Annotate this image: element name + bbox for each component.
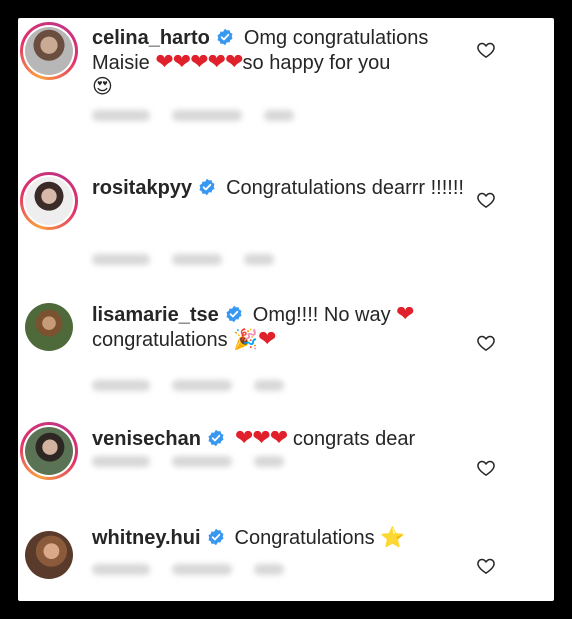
avatar-story-ring[interactable] <box>20 172 78 230</box>
timestamp <box>92 456 150 467</box>
star-emoji: ⭐ <box>380 527 406 549</box>
username[interactable]: celina_harto <box>92 27 210 49</box>
heart-emoji: ❤❤❤❤❤ <box>155 49 243 74</box>
comment-meta <box>92 254 274 265</box>
username[interactable]: lisamarie_tse <box>92 304 219 326</box>
comment-text: lisamarie_tse Omg!!!! No way ❤ congratulat… <box>92 302 472 352</box>
likes-count[interactable] <box>172 110 242 121</box>
comment-body-cont: so happy for you <box>242 52 391 74</box>
verified-badge-icon <box>226 305 242 323</box>
likes-count[interactable] <box>172 380 232 391</box>
avatar[interactable] <box>25 27 73 75</box>
comment-meta <box>92 380 284 391</box>
heart-eyes-emoji: 😍 <box>92 76 113 98</box>
heart-outline-icon[interactable] <box>476 40 496 60</box>
comment-text: whitney.hui Congratulations ⭐ <box>92 526 472 550</box>
comment-body: Congratulations <box>234 527 375 549</box>
heart-emoji: ❤❤❤ <box>234 425 288 450</box>
comment-body: Congratulations dearrr !!!!!! <box>226 177 464 199</box>
comment-meta <box>92 564 284 575</box>
reply-button[interactable] <box>254 564 284 575</box>
comment-body: Omg!!!! No way <box>252 304 391 326</box>
verified-badge-icon <box>208 429 224 447</box>
timestamp <box>92 380 150 391</box>
avatar[interactable] <box>25 177 73 225</box>
reply-button[interactable] <box>254 456 284 467</box>
verified-badge-icon <box>208 528 224 546</box>
timestamp <box>92 110 150 121</box>
heart-emoji: ❤ <box>396 301 414 326</box>
heart-emoji: ❤ <box>258 326 276 351</box>
username[interactable]: rositakpyy <box>92 177 192 199</box>
reply-button[interactable] <box>264 110 294 121</box>
party-popper-emoji: 🎉 <box>233 329 259 351</box>
comment-meta <box>92 456 284 467</box>
comment-text: rositakpyy Congratulations dearrr !!!!!! <box>92 176 472 200</box>
comments-panel: celina_harto Omg congratulations Maisie ❤… <box>18 18 554 601</box>
avatar[interactable] <box>25 303 73 351</box>
avatar-ring[interactable] <box>20 526 78 584</box>
comment-text: venisechan ❤❤❤ congrats dear <box>92 426 472 451</box>
comment-body-cont: congratulations <box>92 329 228 351</box>
comment-text: celina_harto Omg congratulations Maisie ❤… <box>92 26 472 99</box>
avatar[interactable] <box>25 531 73 579</box>
likes-count[interactable] <box>172 456 232 467</box>
avatar-story-ring[interactable] <box>20 22 78 80</box>
heart-outline-icon[interactable] <box>476 190 496 210</box>
heart-outline-icon[interactable] <box>476 556 496 576</box>
heart-outline-icon[interactable] <box>476 458 496 478</box>
avatar-ring[interactable] <box>20 298 78 356</box>
timestamp <box>92 254 150 265</box>
avatar-story-ring[interactable] <box>20 422 78 480</box>
verified-badge-icon <box>217 28 233 46</box>
comment-body: congrats dear <box>292 428 416 450</box>
verified-badge-icon <box>199 178 215 196</box>
avatar[interactable] <box>25 427 73 475</box>
username[interactable]: whitney.hui <box>92 527 201 549</box>
heart-outline-icon[interactable] <box>476 333 496 353</box>
reply-button[interactable] <box>244 254 274 265</box>
likes-count[interactable] <box>172 564 232 575</box>
username[interactable]: venisechan <box>92 428 201 450</box>
reply-button[interactable] <box>254 380 284 391</box>
comment-meta <box>92 110 294 121</box>
likes-count[interactable] <box>172 254 222 265</box>
timestamp <box>92 564 150 575</box>
